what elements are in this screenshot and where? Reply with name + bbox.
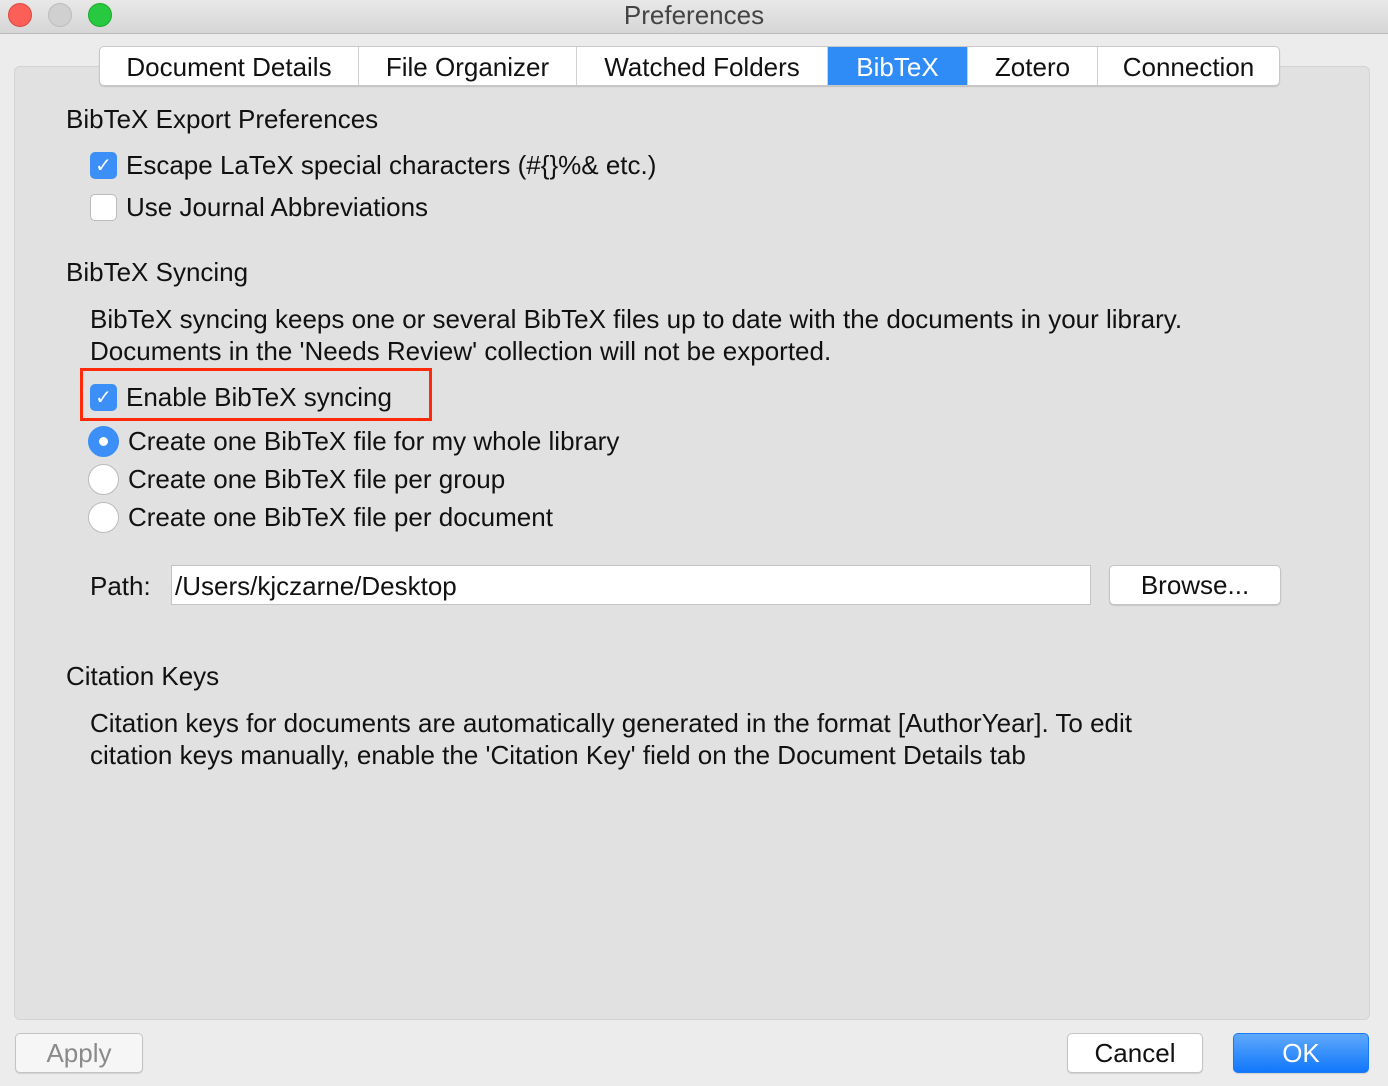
path-label: Path:: [90, 571, 151, 601]
escape-latex-label: Escape LaTeX special characters (#{}%& e…: [126, 150, 657, 180]
tab-document-details[interactable]: Document Details: [100, 47, 359, 85]
checkmark-icon: ✓: [95, 155, 112, 177]
syncing-description-line1: BibTeX syncing keeps one or several BibT…: [90, 304, 1183, 334]
tab-bar: Document Details File Organizer Watched …: [99, 46, 1280, 86]
radio-label: Create one BibTeX file per document: [128, 502, 553, 532]
citation-description-line2: citation keys manually, enable the 'Cita…: [90, 740, 1026, 770]
citation-heading: Citation Keys: [66, 661, 220, 691]
checkmark-icon: ✓: [95, 387, 112, 409]
ok-button[interactable]: OK: [1233, 1033, 1369, 1073]
export-heading: BibTeX Export Preferences: [66, 104, 379, 134]
syncing-heading: BibTeX Syncing: [66, 257, 249, 287]
enable-syncing-label: Enable BibTeX syncing: [126, 382, 392, 412]
radio-per-group-row[interactable]: Create one BibTeX file per group: [88, 464, 505, 495]
radio-per-document[interactable]: [88, 502, 119, 533]
escape-latex-checkbox-row[interactable]: ✓ Escape LaTeX special characters (#{}%&…: [90, 150, 656, 181]
tab-bibtex[interactable]: BibTeX: [828, 47, 968, 85]
window-title: Preferences: [623, 0, 765, 30]
radio-whole-library[interactable]: [88, 426, 119, 457]
radio-label: Create one BibTeX file per group: [128, 464, 506, 494]
apply-button[interactable]: Apply: [15, 1033, 143, 1073]
citation-description-line1: Citation keys for documents are automati…: [90, 708, 1133, 738]
cancel-button[interactable]: Cancel: [1067, 1033, 1203, 1073]
syncing-description-line2: Documents in the 'Needs Review' collecti…: [90, 336, 832, 366]
radio-label: Create one BibTeX file for my whole libr…: [128, 426, 620, 456]
radio-per-document-row[interactable]: Create one BibTeX file per document: [88, 502, 553, 533]
journal-abbrev-label: Use Journal Abbreviations: [126, 192, 429, 222]
enable-syncing-checkbox-row[interactable]: ✓ Enable BibTeX syncing: [90, 382, 392, 413]
tab-file-organizer[interactable]: File Organizer: [359, 47, 577, 85]
tab-watched-folders[interactable]: Watched Folders: [577, 47, 828, 85]
browse-button[interactable]: Browse...: [1109, 565, 1281, 605]
journal-abbrev-checkbox-row[interactable]: Use Journal Abbreviations: [90, 192, 428, 223]
radio-per-group[interactable]: [88, 464, 119, 495]
tab-connection[interactable]: Connection: [1098, 47, 1279, 85]
title-bar: Preferences: [0, 0, 1388, 34]
tab-zotero[interactable]: Zotero: [968, 47, 1098, 85]
path-input[interactable]: /Users/kjczarne/Desktop: [171, 565, 1091, 605]
escape-latex-checkbox[interactable]: ✓: [90, 152, 117, 179]
enable-syncing-checkbox[interactable]: ✓: [90, 384, 117, 411]
journal-abbrev-checkbox[interactable]: [90, 194, 117, 221]
radio-whole-library-row[interactable]: Create one BibTeX file for my whole libr…: [88, 426, 619, 457]
